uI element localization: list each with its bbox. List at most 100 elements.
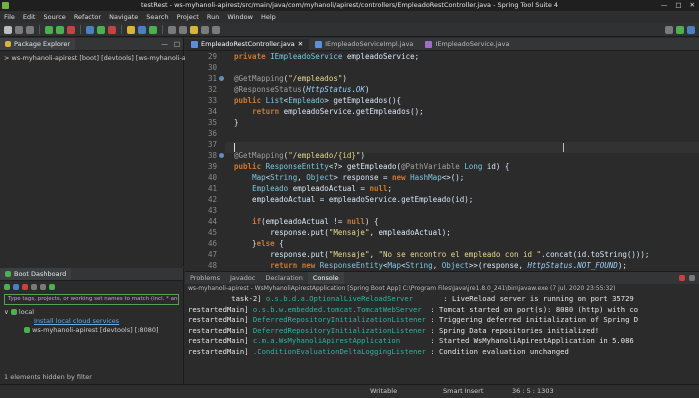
override-marker-icon[interactable] xyxy=(219,76,224,81)
open-browser-icon[interactable] xyxy=(31,283,37,290)
console-output[interactable]: task-2] o.s.b.d.a.OptionalLiveReloadServ… xyxy=(185,294,699,357)
tab-empleado-rest-controller[interactable]: EmpleadoRestController.java ✕ xyxy=(185,39,310,50)
menu-navigate[interactable]: Navigate xyxy=(105,13,142,21)
code-line: @GetMapping("/empleados") xyxy=(234,74,347,83)
tab-package-explorer[interactable]: Package Explorer xyxy=(0,38,76,50)
console-thread: task-2] xyxy=(188,294,262,303)
install-local-services-link[interactable]: Install local cloud services xyxy=(0,317,183,326)
code-line: if(empleadoActual != null) { xyxy=(252,217,379,226)
line-number-gutter: 29 30 31 32 33 34 35 36 37 38 39 40 41 42 43 44 45 46 47 48… xyxy=(185,51,225,281)
running-app-icon xyxy=(24,327,30,333)
interface-file-icon xyxy=(425,41,433,48)
code-line: return new ResponseEntity<Map<String, Ob… xyxy=(270,261,627,270)
mouse-ibeam xyxy=(563,143,564,152)
maximize-icon[interactable]: □ xyxy=(675,0,681,11)
chevron-down-icon: ∨ xyxy=(4,308,9,316)
line-number: 35 xyxy=(207,118,217,127)
local-icon xyxy=(10,309,17,315)
console-header: ws-myhanoli-apirest - WsMyhanoliApirestA… xyxy=(188,285,616,292)
java-file-icon xyxy=(315,41,323,48)
boot-app-item[interactable]: ws-myhanoli-apirest [devtools] [:8080] xyxy=(0,326,183,335)
console-thread: restartedMain] xyxy=(188,346,249,356)
menu-search[interactable]: Search xyxy=(142,13,172,21)
back-icon[interactable] xyxy=(201,25,209,34)
tab-label: IEmpleadoServiceImpl.java xyxy=(325,40,414,48)
save-icon[interactable] xyxy=(15,25,23,34)
stop-app-icon[interactable] xyxy=(22,283,28,290)
clear-console-icon[interactable] xyxy=(689,275,695,281)
line-number: 41 xyxy=(207,184,217,193)
hidden-elements-note: 1 elements hidden by filter xyxy=(4,373,92,381)
spring-perspective-icon[interactable] xyxy=(676,25,684,34)
tab-boot-dashboard[interactable]: Boot Dashboard xyxy=(0,268,72,280)
debug-app-icon[interactable] xyxy=(13,283,19,290)
minimize-icon[interactable]: — xyxy=(661,0,668,11)
menu-refactor[interactable]: Refactor xyxy=(70,13,105,21)
line-number: 30 xyxy=(207,63,217,72)
menu-file[interactable]: File xyxy=(0,13,19,21)
tab-javadoc[interactable]: Javadoc xyxy=(225,272,260,284)
code-line: } xyxy=(234,118,239,127)
new-class-icon[interactable] xyxy=(149,25,157,34)
tab-declaration[interactable]: Declaration xyxy=(260,272,307,284)
console-app-icon[interactable] xyxy=(40,283,46,290)
java-perspective-icon[interactable] xyxy=(687,25,695,34)
package-explorer-label: Package Explorer xyxy=(14,40,71,48)
run-icon[interactable] xyxy=(97,25,105,34)
search-icon[interactable] xyxy=(179,25,187,34)
tab-iempleado-service-impl[interactable]: IEmpleadoServiceImpl.java xyxy=(309,39,419,50)
boot-start-icon[interactable] xyxy=(45,25,53,34)
local-tree-item[interactable]: ∨ local xyxy=(0,308,183,317)
close-icon[interactable]: ✕ xyxy=(690,0,695,11)
console-message: : Tomcat started on port(s): 8080 (http)… xyxy=(426,304,639,314)
open-type-icon[interactable] xyxy=(168,25,176,34)
quick-access-icon[interactable] xyxy=(665,25,673,34)
menu-edit[interactable]: Edit xyxy=(19,13,40,21)
external-tools-icon[interactable] xyxy=(108,25,116,34)
new-java-project-icon[interactable] xyxy=(127,25,135,34)
debug-icon[interactable] xyxy=(86,25,94,34)
line-number: 36 xyxy=(207,129,217,138)
project-tree-item[interactable]: > ws-myhanoli-apirest [boot] [devtools] … xyxy=(0,54,207,63)
line-number: 39 xyxy=(207,162,217,171)
override-marker-icon[interactable] xyxy=(219,153,224,158)
package-explorer-icon xyxy=(5,41,11,47)
line-number: 31 xyxy=(207,74,217,83)
console-logger: c.m.a.WsMyhanoliApirestApplication xyxy=(252,336,427,345)
add-target-icon[interactable] xyxy=(49,283,55,290)
code-line: Empleado empleadoActual = null; xyxy=(252,184,393,193)
maximize-view-icon[interactable]: □ xyxy=(171,40,183,48)
boot-dashboard: Boot Dashboard Type tags, projects, or w… xyxy=(0,268,184,384)
console-logger: o.s.b.w.embedded.tomcat.TomcatWebServer xyxy=(252,304,427,314)
menu-source[interactable]: Source xyxy=(39,13,69,21)
annotation-icon[interactable] xyxy=(190,25,198,34)
code-editor[interactable]: 29 30 31 32 33 34 35 36 37 38 39 40 41 42 43 44 45 46 47 48… xyxy=(185,51,699,281)
console-message: : LiveReload server is running on port 3… xyxy=(439,294,634,303)
menu-run[interactable]: Run xyxy=(203,13,223,21)
tab-iempleado-service[interactable]: IEmpleadoService.java xyxy=(419,39,515,50)
close-tab-icon[interactable]: ✕ xyxy=(298,39,303,50)
menu-window[interactable]: Window xyxy=(223,13,257,21)
line-number: 43 xyxy=(207,206,217,215)
boot-dashboard-filter-input[interactable]: Type tags, projects, or working set name… xyxy=(4,294,179,305)
terminate-icon[interactable] xyxy=(67,25,75,34)
window-title: testRest - ws-myhanoli-apirest/src/main/… xyxy=(140,1,559,9)
code-line: @GetMapping("/empleado/{id}") xyxy=(234,151,365,160)
boot-dashboard-icon xyxy=(5,271,11,277)
menu-help[interactable]: Help xyxy=(257,13,280,21)
tab-problems[interactable]: Problems xyxy=(185,272,225,284)
tab-console[interactable]: Console xyxy=(307,272,344,284)
terminate-console-icon[interactable] xyxy=(679,275,685,281)
window-title-bar: testRest - ws-myhanoli-apirest/src/main/… xyxy=(0,0,699,11)
forward-icon[interactable] xyxy=(212,25,220,34)
relaunch-icon[interactable] xyxy=(56,25,64,34)
save-all-icon[interactable] xyxy=(26,25,34,34)
new-icon[interactable] xyxy=(4,25,12,34)
status-writable: Writable xyxy=(370,387,398,395)
line-number: 34 xyxy=(207,107,217,116)
minimize-view-icon[interactable]: — xyxy=(158,40,171,48)
start-app-icon[interactable] xyxy=(4,283,10,290)
console-thread: restartedMain] xyxy=(188,304,249,314)
new-package-icon[interactable] xyxy=(138,25,146,34)
menu-project[interactable]: Project xyxy=(173,13,203,21)
